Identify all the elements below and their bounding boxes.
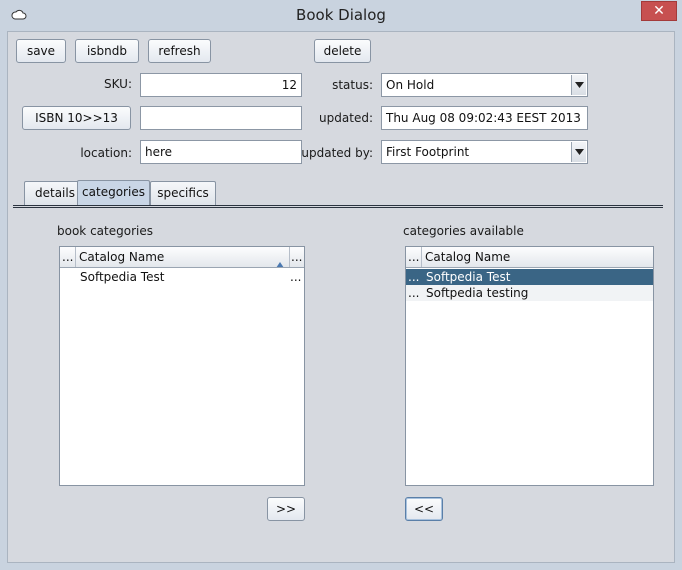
window-title: Book Dialog	[296, 6, 386, 24]
updated-by-select[interactable]: First Footprint	[381, 140, 588, 164]
column-header-extra[interactable]: ...	[290, 247, 304, 267]
tab-specifics[interactable]: specifics	[150, 181, 216, 205]
row-lead-cell: ...	[408, 286, 420, 300]
location-label: location:	[80, 146, 132, 160]
refresh-button[interactable]: refresh	[148, 39, 211, 63]
chevron-down-icon[interactable]	[571, 142, 586, 162]
updated-label: updated:	[319, 111, 373, 125]
location-field[interactable]: here	[140, 140, 302, 164]
sort-ascending-icon	[276, 254, 284, 267]
status-value: On Hold	[386, 78, 435, 92]
row-lead-cell	[62, 269, 76, 285]
save-button[interactable]: save	[16, 39, 66, 63]
book-categories-title: book categories	[57, 224, 153, 238]
row-catalog-name: Softpedia Test	[426, 270, 511, 284]
column-header-catalog-name[interactable]: Catalog Name	[422, 247, 653, 267]
updated-by-label: updated by:	[301, 146, 373, 160]
book-dialog-window: Book Dialog ✕ save isbndb refresh delete…	[0, 0, 682, 570]
table-header: ... Catalog Name ...	[60, 247, 304, 268]
row-trail-cell: ...	[290, 270, 302, 284]
row-catalog-name: Softpedia testing	[426, 286, 529, 300]
categories-available-title: categories available	[403, 224, 524, 238]
row-catalog-name: Softpedia Test	[80, 270, 165, 284]
status-label: status:	[332, 78, 373, 92]
tab-divider	[13, 205, 663, 208]
table-row[interactable]: ... Softpedia Test	[406, 269, 653, 285]
status-select[interactable]: On Hold	[381, 73, 588, 97]
updated-by-value: First Footprint	[386, 145, 470, 159]
table-header: ... Catalog Name	[406, 247, 653, 268]
close-icon: ✕	[653, 3, 665, 19]
column-header-select[interactable]: ...	[406, 247, 422, 267]
remove-category-button[interactable]: <<	[405, 497, 443, 521]
sku-field[interactable]: 12	[140, 73, 302, 97]
isbndb-button[interactable]: isbndb	[75, 39, 139, 63]
add-category-button[interactable]: >>	[267, 497, 305, 521]
column-header-label: Catalog Name	[79, 250, 165, 264]
row-lead-cell: ...	[408, 270, 420, 284]
updated-field[interactable]: Thu Aug 08 09:02:43 EEST 2013	[381, 106, 588, 130]
tab-categories[interactable]: categories	[77, 180, 150, 205]
title-bar[interactable]: Book Dialog ✕	[0, 0, 682, 31]
column-header-catalog-name[interactable]: Catalog Name	[76, 247, 290, 267]
table-row[interactable]: Softpedia Test ...	[60, 269, 304, 285]
isbn-convert-button[interactable]: ISBN 10>>13	[22, 106, 131, 130]
delete-button[interactable]: delete	[314, 39, 371, 63]
sku-label: SKU:	[104, 77, 132, 91]
book-categories-table[interactable]: ... Catalog Name ... Softpedia Test ...	[59, 246, 305, 486]
close-button[interactable]: ✕	[641, 1, 677, 21]
chevron-down-icon[interactable]	[571, 75, 586, 95]
isbn-field[interactable]	[140, 106, 302, 130]
table-row[interactable]: ... Softpedia testing	[406, 285, 653, 301]
categories-available-table[interactable]: ... Catalog Name ... Softpedia Test ... …	[405, 246, 654, 486]
column-header-select[interactable]: ...	[60, 247, 76, 267]
